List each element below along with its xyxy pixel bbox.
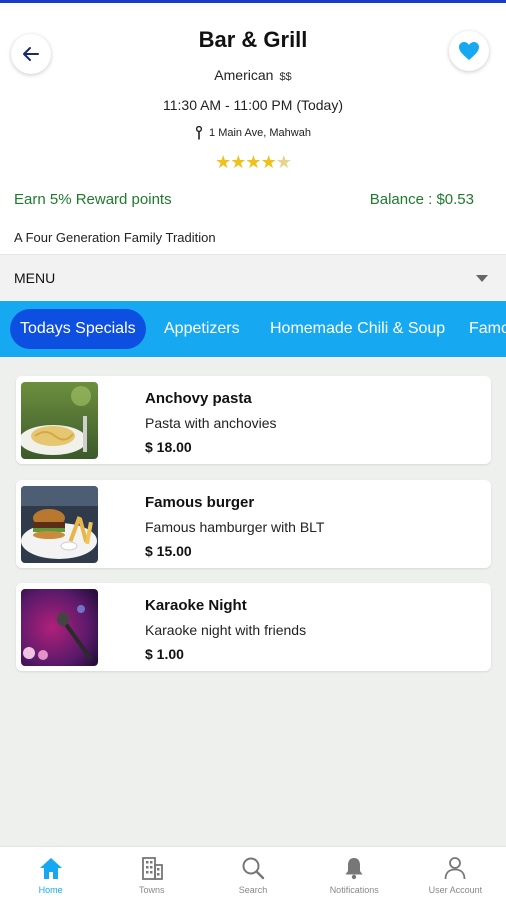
item-name: Karaoke Night xyxy=(145,597,247,614)
nav-notifications[interactable]: Notifications xyxy=(304,847,405,900)
building-icon xyxy=(141,857,163,880)
item-name: Famous burger xyxy=(145,494,255,511)
balance-text: Balance : $0.53 xyxy=(369,191,474,208)
nav-label: Notifications xyxy=(329,885,379,895)
item-price: $ 15.00 xyxy=(145,543,192,559)
restaurant-header: Bar & Grill American $$ 11:30 AM - 11:00 … xyxy=(0,3,506,183)
item-price: $ 1.00 xyxy=(145,646,184,662)
nav-user-account[interactable]: User Account xyxy=(405,847,506,900)
nav-label: User Account xyxy=(428,885,483,895)
restaurant-tagline: A Four Generation Family Tradition xyxy=(14,230,216,245)
item-name: Anchovy pasta xyxy=(145,390,252,407)
item-description: Famous hamburger with BLT xyxy=(145,519,325,535)
item-image-pasta xyxy=(21,382,98,459)
rating-stars: ★★★★★ xyxy=(0,152,506,173)
nav-search[interactable]: Search xyxy=(202,847,303,900)
address-row[interactable]: 1 Main Ave, Mahwah xyxy=(0,126,506,140)
menu-item-card[interactable]: Anchovy pasta Pasta with anchovies $ 18.… xyxy=(16,376,491,464)
item-price: $ 18.00 xyxy=(145,439,192,455)
nav-towns[interactable]: Towns xyxy=(101,847,202,900)
full-stars: ★★★★ xyxy=(215,152,277,172)
location-pin-icon xyxy=(195,126,203,140)
item-description: Karaoke night with friends xyxy=(145,622,307,638)
home-icon xyxy=(39,858,62,879)
nav-home[interactable]: Home xyxy=(0,847,101,900)
item-image-burger xyxy=(21,486,98,563)
restaurant-title: Bar & Grill xyxy=(198,27,308,52)
cuisine-label: American xyxy=(214,67,274,83)
category-tabs: Todays Specials Appetizers Homemade Chil… xyxy=(0,301,506,357)
address-text: 1 Main Ave, Mahwah xyxy=(209,127,311,139)
reward-points-text: Earn 5% Reward points xyxy=(14,191,172,208)
bottom-navigation: Home Towns Search Notifications User Acc… xyxy=(0,846,506,900)
item-image-karaoke xyxy=(21,589,98,666)
tab-homemade-chili-soup[interactable]: Homemade Chili & Soup xyxy=(260,309,455,349)
nav-label: Search xyxy=(238,885,268,895)
nav-label: Home xyxy=(38,885,63,895)
menu-dropdown-label: MENU xyxy=(14,270,56,286)
tab-todays-specials[interactable]: Todays Specials xyxy=(10,309,146,349)
menu-item-list: Anchovy pasta Pasta with anchovies $ 18.… xyxy=(0,357,506,846)
opening-hours: 11:30 AM - 11:00 PM (Today) xyxy=(162,97,343,113)
item-description: Pasta with anchovies xyxy=(145,415,277,431)
menu-dropdown[interactable]: MENU xyxy=(0,254,506,301)
bell-icon xyxy=(345,858,363,880)
nav-label: Towns xyxy=(139,885,165,895)
price-level: $$ xyxy=(279,71,292,83)
caret-down-icon xyxy=(476,274,488,282)
search-icon xyxy=(242,857,265,880)
tab-appetizers[interactable]: Appetizers xyxy=(154,309,250,349)
menu-item-card[interactable]: Famous burger Famous hamburger with BLT … xyxy=(16,480,491,568)
tab-famous[interactable]: Famo xyxy=(459,309,506,349)
half-star: ★ xyxy=(275,152,292,172)
cuisine-row: American $$ xyxy=(0,67,506,83)
favorite-button[interactable] xyxy=(449,31,489,71)
heart-icon xyxy=(459,42,479,60)
user-icon xyxy=(445,857,466,880)
menu-item-card[interactable]: Karaoke Night Karaoke night with friends… xyxy=(16,583,491,671)
